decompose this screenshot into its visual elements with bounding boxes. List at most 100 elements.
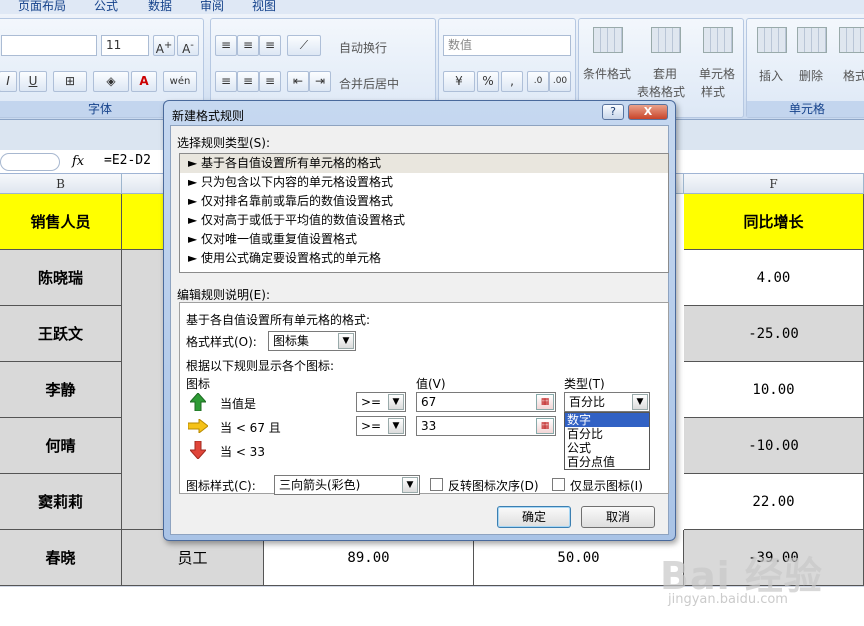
dialog-title: 新建格式规则 bbox=[172, 109, 245, 123]
table-cell-growth[interactable]: 4.00 bbox=[684, 250, 864, 306]
chevron-down-icon[interactable]: ▼ bbox=[632, 394, 648, 410]
formula-input[interactable]: =E2-D2 bbox=[104, 153, 151, 168]
table-cell-name[interactable]: 何晴 bbox=[0, 418, 122, 474]
tab-formulas[interactable]: 公式 bbox=[94, 0, 118, 14]
rule2-value-input[interactable]: 33 ▦ bbox=[416, 416, 556, 436]
icon-style-label: 图标样式(C): bbox=[186, 479, 256, 493]
table-cell-name[interactable]: 春晓 bbox=[0, 530, 122, 586]
rule2-operator-dropdown[interactable]: >= ▼ bbox=[356, 416, 406, 436]
orientation-button[interactable]: ⟋ bbox=[287, 35, 321, 56]
tab-view[interactable]: 视图 bbox=[252, 0, 276, 14]
reverse-icon-order-checkbox[interactable] bbox=[430, 478, 443, 491]
accounting-format-button[interactable]: ¥ bbox=[443, 71, 475, 92]
number-format-combo[interactable]: 数值 bbox=[443, 35, 571, 56]
grow-font-button[interactable]: A+ bbox=[153, 35, 175, 56]
cell-style-button-line1[interactable]: 单元格 bbox=[699, 65, 735, 82]
chevron-down-icon[interactable]: ▼ bbox=[338, 333, 354, 349]
font-size-combo[interactable]: 11 bbox=[101, 35, 149, 56]
table-cell-name[interactable]: 窦莉莉 bbox=[0, 474, 122, 530]
delete-button[interactable]: 删除 bbox=[799, 67, 823, 84]
new-format-rule-dialog: 新建格式规则 ? X 选择规则类型(S): ► 基于各自值设置所有单元格的格式 … bbox=[163, 100, 676, 541]
list-item[interactable]: ► 仅对唯一值或重复值设置格式 bbox=[180, 230, 668, 249]
show-icon-only-checkbox[interactable] bbox=[552, 478, 565, 491]
decrease-decimal-button[interactable]: .00 bbox=[549, 71, 571, 92]
column-header-b[interactable]: B bbox=[0, 174, 122, 194]
insert-button[interactable]: 插入 bbox=[759, 67, 783, 84]
rule-type-list[interactable]: ► 基于各自值设置所有单元格的格式 ► 只为包含以下内容的单元格设置格式 ► 仅… bbox=[179, 153, 669, 273]
comma-button[interactable]: , bbox=[501, 71, 523, 92]
rule1-operator-dropdown[interactable]: >= ▼ bbox=[356, 392, 406, 412]
type-option[interactable]: 百分比 bbox=[565, 427, 649, 441]
merge-center-button[interactable]: 合并后居中 bbox=[339, 75, 399, 92]
close-button[interactable]: X bbox=[628, 104, 668, 120]
decrease-indent-button[interactable]: ⇤ bbox=[287, 71, 309, 92]
align-center-button[interactable]: ≡ bbox=[237, 71, 259, 92]
list-item[interactable]: ► 仅对排名靠前或靠后的数值设置格式 bbox=[180, 192, 668, 211]
table-cell-name[interactable]: 王跃文 bbox=[0, 306, 122, 362]
table-cell-name[interactable]: 李静 bbox=[0, 362, 122, 418]
icon-column-header: 图标 bbox=[186, 377, 211, 391]
chevron-down-icon[interactable]: ▼ bbox=[388, 418, 404, 434]
chevron-down-icon[interactable]: ▼ bbox=[388, 394, 404, 410]
rule1-type-dropdown[interactable]: 百分比 ▼ bbox=[564, 392, 650, 412]
shrink-font-button[interactable]: A- bbox=[177, 35, 199, 56]
phonetic-button[interactable]: wén bbox=[163, 71, 197, 92]
align-middle-button[interactable]: ≡ bbox=[237, 35, 259, 56]
range-select-icon[interactable]: ▦ bbox=[536, 418, 554, 434]
table-format-button-line2[interactable]: 表格格式 bbox=[637, 83, 685, 100]
table-cell-growth[interactable]: 10.00 bbox=[684, 362, 864, 418]
increase-decimal-button[interactable]: .0 bbox=[527, 71, 549, 92]
rule2-label: 当 < 67 且 bbox=[220, 421, 281, 435]
fx-icon[interactable]: fx bbox=[72, 154, 84, 169]
cancel-button[interactable]: 取消 bbox=[581, 506, 655, 528]
border-button[interactable]: ⊞ bbox=[53, 71, 87, 92]
green-up-arrow-icon bbox=[190, 393, 206, 411]
align-bottom-button[interactable]: ≡ bbox=[259, 35, 281, 56]
tab-page-layout[interactable]: 页面布局 bbox=[18, 0, 66, 14]
font-name-combo[interactable] bbox=[1, 35, 97, 56]
percent-button[interactable]: % bbox=[477, 71, 499, 92]
header-cell-salesperson[interactable]: 销售人员 bbox=[0, 194, 122, 250]
font-color-button[interactable]: A bbox=[131, 71, 157, 92]
range-select-icon[interactable]: ▦ bbox=[536, 394, 554, 410]
tab-data[interactable]: 数据 bbox=[148, 0, 172, 14]
italic-button[interactable]: I bbox=[0, 71, 17, 92]
header-cell-growth[interactable]: 同比增长 bbox=[684, 194, 864, 250]
rule1-value-input[interactable]: 67 ▦ bbox=[416, 392, 556, 412]
cells-group-label: 单元格 bbox=[747, 101, 864, 117]
chevron-down-icon[interactable]: ▼ bbox=[402, 477, 418, 493]
help-button[interactable]: ? bbox=[602, 104, 624, 120]
table-cell-growth[interactable]: 22.00 bbox=[684, 474, 864, 530]
format-style-dropdown[interactable]: 图标集 ▼ bbox=[268, 331, 356, 351]
tab-review[interactable]: 审阅 bbox=[200, 0, 224, 14]
fill-color-button[interactable]: ◈ bbox=[93, 71, 129, 92]
table-cell-growth[interactable]: -25.00 bbox=[684, 306, 864, 362]
list-item[interactable]: ► 只为包含以下内容的单元格设置格式 bbox=[180, 173, 668, 192]
list-item[interactable]: ► 基于各自值设置所有单元格的格式 bbox=[180, 154, 668, 173]
ok-button[interactable]: 确定 bbox=[497, 506, 571, 528]
underline-button[interactable]: U bbox=[19, 71, 47, 92]
type-option[interactable]: 公式 bbox=[565, 441, 649, 455]
name-box[interactable] bbox=[0, 153, 60, 171]
list-item[interactable]: ► 仅对高于或低于平均值的数值设置格式 bbox=[180, 211, 668, 230]
align-right-button[interactable]: ≡ bbox=[259, 71, 281, 92]
format-button[interactable]: 格式 bbox=[843, 67, 864, 84]
type-option[interactable]: 百分点值 bbox=[565, 455, 649, 469]
wrap-text-button[interactable]: 自动换行 bbox=[339, 39, 387, 56]
list-item[interactable]: ► 使用公式确定要设置格式的单元格 bbox=[180, 249, 668, 268]
table-format-button-line1[interactable]: 套用 bbox=[653, 65, 677, 82]
increase-indent-button[interactable]: ⇥ bbox=[309, 71, 331, 92]
icon-style-dropdown[interactable]: 三向箭头(彩色) ▼ bbox=[274, 475, 420, 495]
format-style-label: 格式样式(O): bbox=[186, 335, 257, 349]
cell-style-button-line2[interactable]: 样式 bbox=[701, 83, 725, 100]
rule3-label: 当 < 33 bbox=[220, 445, 265, 459]
align-top-button[interactable]: ≡ bbox=[215, 35, 237, 56]
table-cell-growth[interactable]: -10.00 bbox=[684, 418, 864, 474]
cell-style-icon bbox=[703, 27, 733, 53]
type-option[interactable]: 数字 bbox=[565, 413, 649, 427]
conditional-format-button[interactable]: 条件格式 bbox=[583, 65, 631, 82]
table-cell-name[interactable]: 陈晓瑞 bbox=[0, 250, 122, 306]
align-left-button[interactable]: ≡ bbox=[215, 71, 237, 92]
column-header-f[interactable]: F bbox=[684, 174, 864, 194]
type-options-list[interactable]: 数字 百分比 公式 百分点值 bbox=[564, 412, 650, 470]
